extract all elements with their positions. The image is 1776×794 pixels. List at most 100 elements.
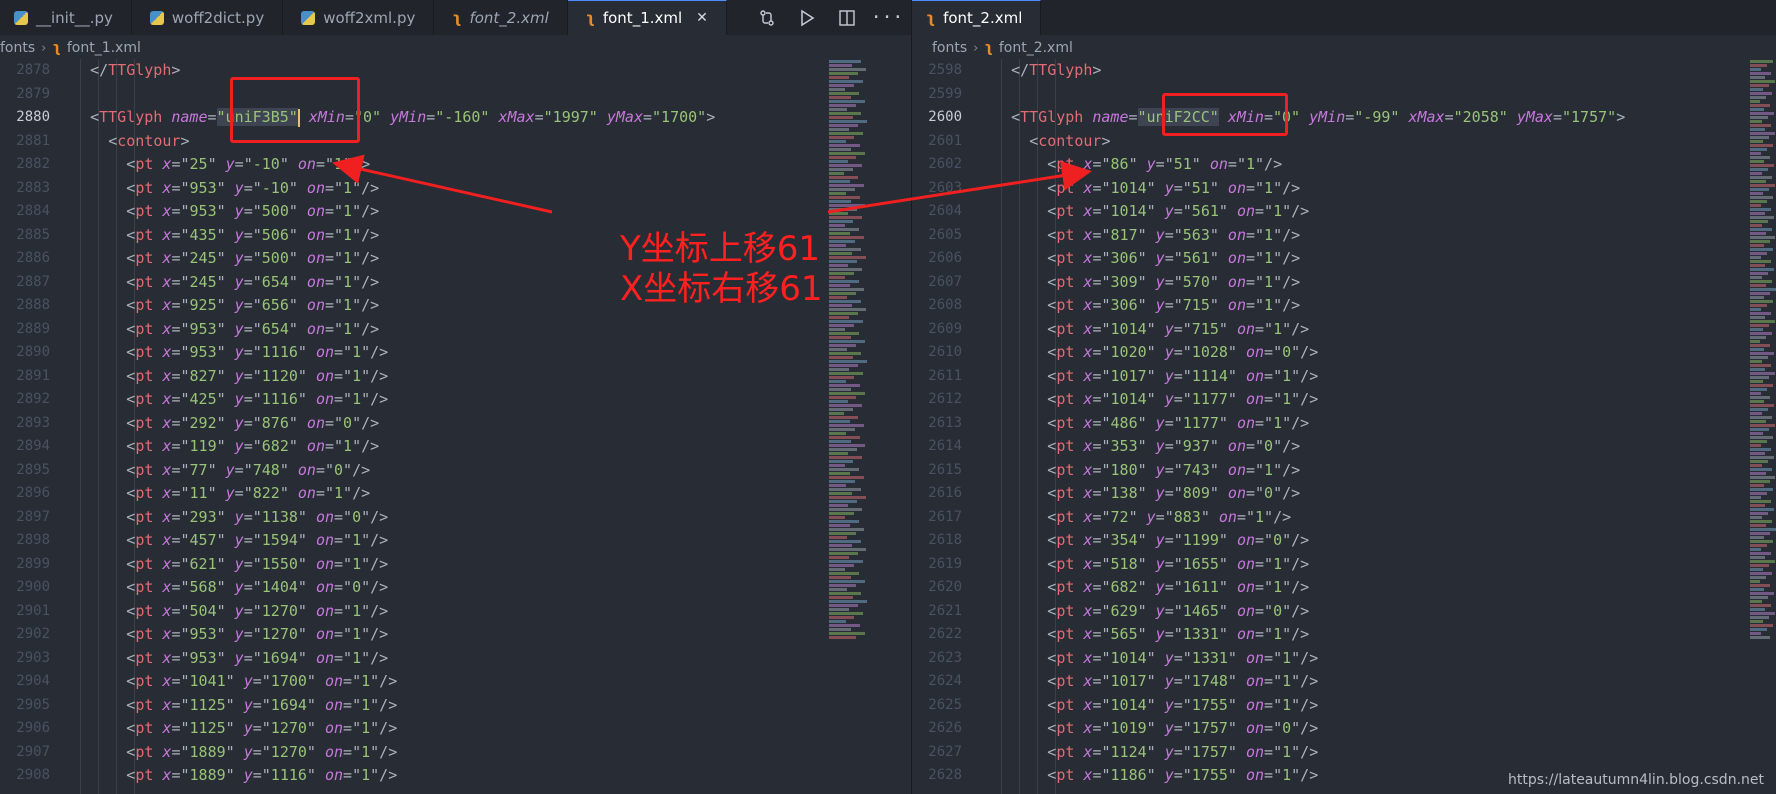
code-line[interactable]: 2619 <pt x="518" y="1655" on="1"/> [912, 553, 1776, 577]
code-line[interactable]: 2906 <pt x="1125" y="1270" on="1"/> [0, 717, 911, 741]
tab-font-2-xml[interactable]: ʅ font_2.xml [434, 0, 568, 35]
right-minimap[interactable] [1750, 59, 1776, 794]
code-token-punc: =" [334, 625, 353, 643]
code-token-attr: on [1227, 460, 1246, 479]
code-line[interactable]: 2898 <pt x="457" y="1594" on="1"/> [0, 529, 911, 553]
code-token-attr: y [234, 249, 244, 267]
code-token-punc: " [216, 437, 235, 455]
code-line[interactable]: 2602 <pt x="86" y="51" on="1"/> [912, 153, 1776, 177]
code-line[interactable]: 2605 <pt x="817" y="563" on="1"/> [912, 224, 1776, 248]
code-token-tag: pt [1056, 578, 1075, 596]
left-code-area[interactable]: 2878 </TTGlyph> 2879 2880 <TTGlyph name="uni… [0, 59, 911, 794]
code-line[interactable]: 2894 <pt x="119" y="682" on="1"/> [0, 435, 911, 459]
code-line[interactable]: 2901 <pt x="504" y="1270" on="1"/> [0, 600, 911, 624]
code-line[interactable]: 2879 [0, 83, 911, 107]
compare-changes-icon[interactable] [757, 8, 777, 28]
left-minimap[interactable] [829, 59, 867, 794]
minimap-line [829, 560, 863, 563]
code-line[interactable]: 2896 <pt x="11" y="822" on="1"/> [0, 482, 911, 506]
code-line[interactable]: 2612 <pt x="1014" y="1177" on="1"/> [912, 388, 1776, 412]
code-token-str: 1465 [1182, 601, 1219, 620]
code-line[interactable]: 2884 <pt x="953" y="500" on="1"/> [0, 200, 911, 224]
code-line[interactable]: 2611 <pt x="1017" y="1114" on="1"/> [912, 365, 1776, 389]
code-line[interactable]: 2883 <pt x="953" y="-10" on="1"/> [0, 177, 911, 201]
code-line[interactable]: 2607 <pt x="309" y="570" on="1"/> [912, 271, 1776, 295]
code-line[interactable]: 2903 <pt x="953" y="1694" on="1"/> [0, 647, 911, 671]
code-line[interactable]: 2598 </TTGlyph> [912, 59, 1776, 83]
code-line[interactable]: 2614 <pt x="353" y="937" on="0"/> [912, 435, 1776, 459]
code-line[interactable]: 2622 <pt x="565" y="1331" on="1"/> [912, 623, 1776, 647]
code-line[interactable]: 2626 <pt x="1019" y="1757" on="0"/> [912, 717, 1776, 741]
code-line[interactable]: 2610 <pt x="1020" y="1028" on="0"/> [912, 341, 1776, 365]
tab-woff2xml-py[interactable]: woff2xml.py [283, 0, 435, 35]
code-token-punc: < [108, 131, 118, 150]
breadcrumb-folder[interactable]: fonts [932, 40, 967, 56]
code-token-punc: = [643, 108, 653, 126]
code-line[interactable]: 2601 <contour> [912, 130, 1776, 154]
minimap-line [829, 316, 849, 319]
code-line[interactable]: 2881 <contour> [0, 130, 911, 154]
minimap-line [829, 620, 846, 623]
code-line[interactable]: 2890 <pt x="953" y="1116" on="1"/> [0, 341, 911, 365]
code-line[interactable]: 2599 [912, 83, 1776, 107]
code-token-attr: on [1227, 225, 1246, 244]
code-line[interactable]: 2897 <pt x="293" y="1138" on="0"/> [0, 506, 911, 530]
run-icon[interactable] [797, 8, 817, 28]
code-line[interactable]: 2895 <pt x="77" y="748" on="0"/> [0, 459, 911, 483]
code-token-str: 629 [1110, 601, 1138, 620]
minimap-line [1750, 124, 1772, 127]
code-line[interactable]: 2907 <pt x="1889" y="1270" on="1"/> [0, 741, 911, 765]
tab-woff2dict-py[interactable]: woff2dict.py [132, 0, 284, 35]
code-line[interactable]: 2623 <pt x="1014" y="1331" on="1"/> [912, 647, 1776, 671]
code-line[interactable]: 2891 <pt x="827" y="1120" on="1"/> [0, 365, 911, 389]
tab-init-py[interactable]: __init__.py [0, 0, 132, 35]
code-line[interactable]: 2889 <pt x="953" y="654" on="1"/> [0, 318, 911, 342]
code-line[interactable]: 2902 <pt x="953" y="1270" on="1"/> [0, 623, 911, 647]
code-line[interactable]: 2615 <pt x="180" y="743" on="1"/> [912, 459, 1776, 483]
code-line[interactable]: 2600 <TTGlyph name="uniF2CC" xMin="0" yMi… [912, 106, 1776, 130]
more-actions-icon[interactable]: ··· [871, 7, 904, 28]
split-editor-icon[interactable] [837, 8, 857, 28]
code-line[interactable]: 2880 <TTGlyph name="uniF3B5" xMin="0" yMi… [0, 106, 911, 130]
code-line[interactable]: 2620 <pt x="682" y="1611" on="1"/> [912, 576, 1776, 600]
code-line[interactable]: 2609 <pt x="1014" y="715" on="1"/> [912, 318, 1776, 342]
code-line[interactable]: 2613 <pt x="486" y="1177" on="1"/> [912, 412, 1776, 436]
code-token-str: 1755 [1191, 766, 1228, 784]
code-line[interactable]: 2618 <pt x="354" y="1199" on="0"/> [912, 529, 1776, 553]
code-token-tag: TTGlyph [99, 108, 163, 126]
code-line[interactable]: 2616 <pt x="138" y="809" on="0"/> [912, 482, 1776, 506]
code-line[interactable]: 2882 <pt x="25" y="-10" on="1"/> [0, 153, 911, 177]
code-token-str: 1270 [261, 625, 298, 643]
code-line[interactable]: 2908 <pt x="1889" y="1116" on="1"/> [0, 764, 911, 788]
right-code-area[interactable]: 2598 </TTGlyph> 2599 2600 <TTGlyph name="uni… [912, 59, 1776, 794]
code-line[interactable]: 2617 <pt x="72" y="883" on="1"/> [912, 506, 1776, 530]
code-text: <pt x="435" y="506" on="1"/> [126, 224, 379, 248]
tab-font-2-xml-right[interactable]: ʅ font_2.xml [912, 0, 1042, 35]
code-token-punc: =" [1264, 719, 1283, 737]
code-token-punc: =" [234, 460, 253, 479]
close-icon[interactable]: ✕ [696, 10, 708, 26]
code-line[interactable]: 2606 <pt x="306" y="561" on="1"/> [912, 247, 1776, 271]
code-line[interactable]: 2905 <pt x="1125" y="1694" on="1"/> [0, 694, 911, 718]
code-line[interactable]: 2621 <pt x="629" y="1465" on="0"/> [912, 600, 1776, 624]
code-line[interactable]: 2604 <pt x="1014" y="561" on="1"/> [912, 200, 1776, 224]
code-line[interactable]: 2627 <pt x="1124" y="1757" on="1"/> [912, 741, 1776, 765]
breadcrumb-folder[interactable]: fonts [0, 40, 35, 56]
minimap-line [1750, 408, 1768, 411]
breadcrumb-file[interactable]: font_1.xml [67, 40, 141, 56]
code-line[interactable]: 2878 </TTGlyph> [0, 59, 911, 83]
tab-font-1-xml[interactable]: ʅ font_1.xml ✕ [567, 0, 727, 35]
code-line[interactable]: 2603 <pt x="1014" y="51" on="1"/> [912, 177, 1776, 201]
breadcrumb-file[interactable]: font_2.xml [999, 40, 1073, 56]
code-line[interactable]: 2893 <pt x="292" y="876" on="0"/> [0, 412, 911, 436]
minimap-line [829, 384, 860, 387]
code-line[interactable]: 2900 <pt x="568" y="1404" on="0"/> [0, 576, 911, 600]
code-line[interactable]: 2899 <pt x="621" y="1550" on="1"/> [0, 553, 911, 577]
code-token-str: "1757" [1562, 108, 1617, 126]
code-line[interactable]: 2625 <pt x="1014" y="1755" on="1"/> [912, 694, 1776, 718]
code-line[interactable]: 2608 <pt x="306" y="715" on="1"/> [912, 294, 1776, 318]
code-line[interactable]: 2904 <pt x="1041" y="1700" on="1"/> [0, 670, 911, 694]
code-line[interactable]: 2624 <pt x="1017" y="1748" on="1"/> [912, 670, 1776, 694]
code-line[interactable]: 2892 <pt x="425" y="1116" on="1"/> [0, 388, 911, 412]
code-text: <pt x="629" y="1465" on="0"/> [1047, 600, 1309, 624]
